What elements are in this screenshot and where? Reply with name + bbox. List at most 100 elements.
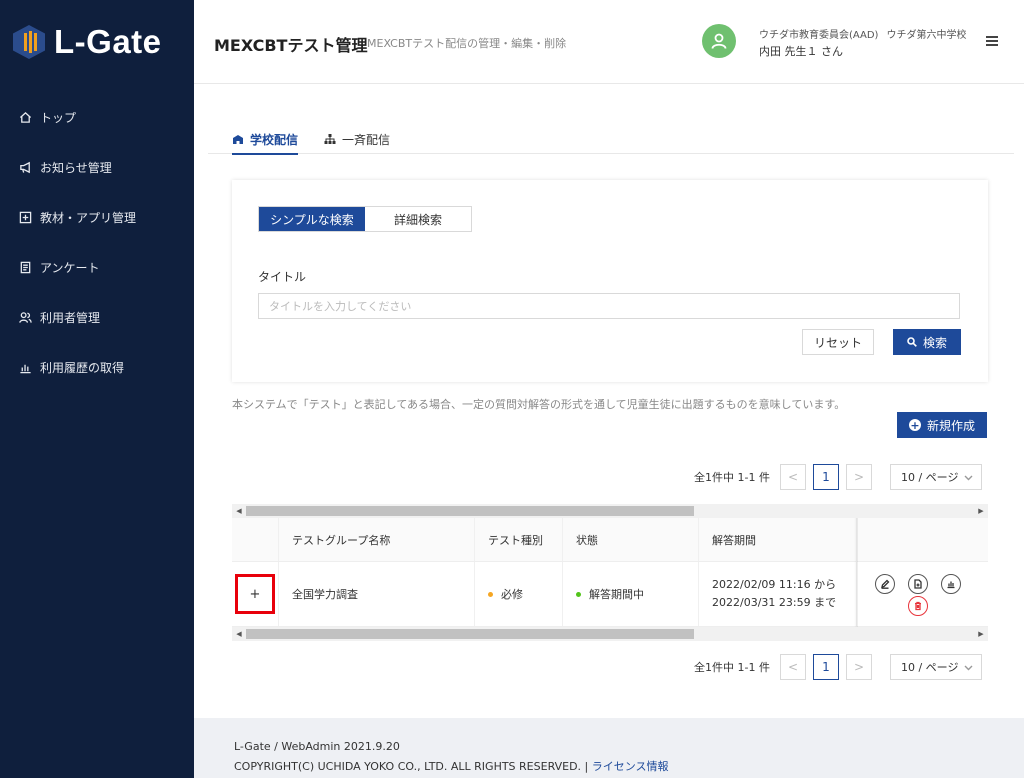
results-button[interactable] bbox=[941, 574, 961, 594]
sidebar: L-Gate トップ お知らせ管理 教材・アプリ管理 アンケート 利用者管理 利… bbox=[0, 0, 194, 778]
footer-version: L-Gate / WebAdmin 2021.9.20 bbox=[234, 740, 400, 753]
tab-school-delivery[interactable]: 学校配信 bbox=[232, 129, 299, 155]
status-dot-icon bbox=[576, 591, 581, 597]
header-name: テストグループ名称 bbox=[279, 518, 475, 561]
page-1-button[interactable]: 1 bbox=[812, 654, 839, 680]
page-size-select[interactable]: 10 / ページ bbox=[889, 464, 982, 490]
row-status: 解答期間中 bbox=[563, 562, 699, 626]
sidebar-item-label: アンケート bbox=[40, 260, 100, 275]
row-type-label: 必修 bbox=[501, 588, 523, 601]
create-new-label: 新規作成 bbox=[926, 418, 975, 433]
logo[interactable]: L-Gate bbox=[0, 0, 194, 84]
scrollbar-thumb[interactable] bbox=[246, 506, 694, 516]
sidebar-nav: トップ お知らせ管理 教材・アプリ管理 アンケート 利用者管理 利用履歴の取得 bbox=[0, 92, 194, 392]
survey-icon bbox=[18, 260, 32, 274]
definition-notice: 本システムで「テスト」と表記してある場合、一定の質問対解答の形式を通して児童生徒… bbox=[232, 398, 846, 411]
table-row: + 全国学力調査 必修 解答期間中 2022/02/09 11:16 から 20… bbox=[232, 562, 988, 627]
scroll-left-icon[interactable]: ◀ bbox=[232, 627, 246, 641]
sidebar-item-label: お知らせ管理 bbox=[40, 160, 112, 175]
scroll-right-icon[interactable]: ▶ bbox=[974, 504, 988, 518]
avatar[interactable] bbox=[702, 24, 736, 58]
tab-label: 一斉配信 bbox=[342, 132, 391, 147]
horizontal-scrollbar-bottom[interactable]: ◀ ▶ bbox=[232, 627, 988, 641]
copyright-text: COPYRIGHT(C) UCHIDA YOKO CO., LTD. ALL R… bbox=[234, 760, 589, 773]
add-test-button[interactable] bbox=[908, 574, 928, 594]
pagination-bottom: 全1件中 1-1 件 < 1 > 10 / ページ bbox=[694, 654, 982, 680]
required-dot-icon bbox=[488, 591, 493, 597]
user-icon bbox=[711, 33, 727, 49]
search-icon bbox=[907, 337, 917, 347]
pagination-top: 全1件中 1-1 件 < 1 > 10 / ページ bbox=[694, 464, 982, 490]
plus-circle-icon: + bbox=[908, 418, 921, 432]
edit-button[interactable] bbox=[875, 574, 895, 594]
action-buttons bbox=[873, 574, 973, 616]
sidebar-item-news[interactable]: お知らせ管理 bbox=[0, 142, 194, 192]
sidebar-item-label: 教材・アプリ管理 bbox=[40, 210, 137, 225]
trash-icon bbox=[915, 601, 921, 611]
pencil-icon bbox=[881, 579, 890, 589]
header-expand-cell bbox=[232, 518, 279, 561]
scroll-right-icon[interactable]: ▶ bbox=[974, 627, 988, 641]
header-actions bbox=[857, 518, 988, 561]
user-org-name: ウチダ市教育委員会(AAD) bbox=[759, 30, 879, 41]
page-size-value: 10 / ページ bbox=[900, 661, 959, 674]
sidebar-item-top[interactable]: トップ bbox=[0, 92, 194, 142]
title-field-label: タイトル bbox=[258, 270, 307, 284]
school-icon bbox=[233, 135, 243, 144]
fixed-column-shadow bbox=[854, 518, 858, 627]
table-header: テストグループ名称 テスト種別 状態 解答期間 bbox=[232, 518, 988, 562]
delete-button[interactable] bbox=[908, 596, 928, 616]
period-start: 2022/02/09 11:16 から bbox=[712, 578, 837, 591]
prev-page-button[interactable]: < bbox=[779, 654, 806, 680]
page-size-select[interactable]: 10 / ページ bbox=[889, 654, 982, 680]
logo-text: L-Gate bbox=[54, 23, 162, 60]
simple-search-button[interactable]: シンプルな検索 bbox=[259, 207, 365, 231]
row-actions bbox=[857, 562, 988, 626]
user-school-name: ウチダ第六中学校 bbox=[886, 30, 967, 41]
sidebar-item-label: 利用者管理 bbox=[40, 310, 101, 325]
hamburger-menu-icon[interactable] bbox=[986, 36, 998, 46]
chevron-down-icon bbox=[964, 475, 973, 480]
next-page-button[interactable]: > bbox=[845, 464, 872, 490]
next-page-button[interactable]: > bbox=[845, 654, 872, 680]
page-subtitle: MEXCBTテスト配信の管理・編集・削除 bbox=[367, 37, 567, 50]
hierarchy-icon bbox=[324, 134, 336, 144]
reset-button[interactable]: リセット bbox=[802, 329, 874, 355]
create-new-button[interactable]: + 新規作成 bbox=[897, 412, 987, 438]
horizontal-scrollbar-top[interactable]: ◀ ▶ bbox=[232, 504, 988, 518]
sidebar-item-history[interactable]: 利用履歴の取得 bbox=[0, 342, 194, 392]
page-1-button[interactable]: 1 bbox=[812, 464, 839, 490]
license-link[interactable]: ライセンス情報 bbox=[592, 760, 669, 773]
header-type: テスト種別 bbox=[475, 518, 563, 561]
row-status-label: 解答期間中 bbox=[589, 588, 644, 601]
scroll-left-icon[interactable]: ◀ bbox=[232, 504, 246, 518]
header: MEXCBTテスト管理 MEXCBTテスト配信の管理・編集・削除 ウチダ市教育委… bbox=[194, 0, 1024, 84]
scrollbar-thumb[interactable] bbox=[246, 629, 694, 639]
detail-search-button[interactable]: 詳細検索 bbox=[365, 207, 471, 231]
megaphone-icon bbox=[18, 160, 32, 174]
prev-page-button[interactable]: < bbox=[779, 464, 806, 490]
sidebar-item-label: 利用履歴の取得 bbox=[40, 360, 125, 375]
users-icon bbox=[18, 310, 32, 324]
tab-bulk-delivery[interactable]: 一斉配信 bbox=[324, 129, 390, 153]
search-button[interactable]: 検索 bbox=[893, 329, 961, 355]
header-status: 状態 bbox=[563, 518, 699, 561]
user-organization: ウチダ市教育委員会(AAD) ウチダ第六中学校 bbox=[759, 26, 974, 41]
search-panel: シンプルな検索 詳細検索 タイトル リセット 検索 bbox=[232, 180, 988, 382]
sidebar-item-materials[interactable]: 教材・アプリ管理 bbox=[0, 192, 194, 242]
row-period: 2022/02/09 11:16 から 2022/03/31 23:59 まで bbox=[699, 562, 857, 626]
document-plus-icon bbox=[914, 579, 922, 589]
sidebar-item-label: トップ bbox=[40, 110, 77, 125]
logo-mark-icon bbox=[13, 25, 45, 59]
expand-row-button[interactable]: + bbox=[235, 574, 275, 614]
title-search-input[interactable] bbox=[258, 293, 960, 319]
footer-copyright: COPYRIGHT(C) UCHIDA YOKO CO., LTD. ALL R… bbox=[234, 758, 669, 774]
sidebar-item-survey[interactable]: アンケート bbox=[0, 242, 194, 292]
tab-label: 学校配信 bbox=[250, 132, 299, 147]
home-icon bbox=[18, 110, 32, 124]
main-content: 学校配信 一斉配信 シンプルな検索 詳細検索 タイトル リセット 検索 本システ… bbox=[194, 84, 1024, 718]
bar-chart-icon bbox=[947, 581, 955, 589]
period-end: 2022/03/31 23:59 まで bbox=[712, 596, 837, 609]
page-title: MEXCBTテスト管理 bbox=[214, 36, 368, 55]
sidebar-item-users[interactable]: 利用者管理 bbox=[0, 292, 194, 342]
